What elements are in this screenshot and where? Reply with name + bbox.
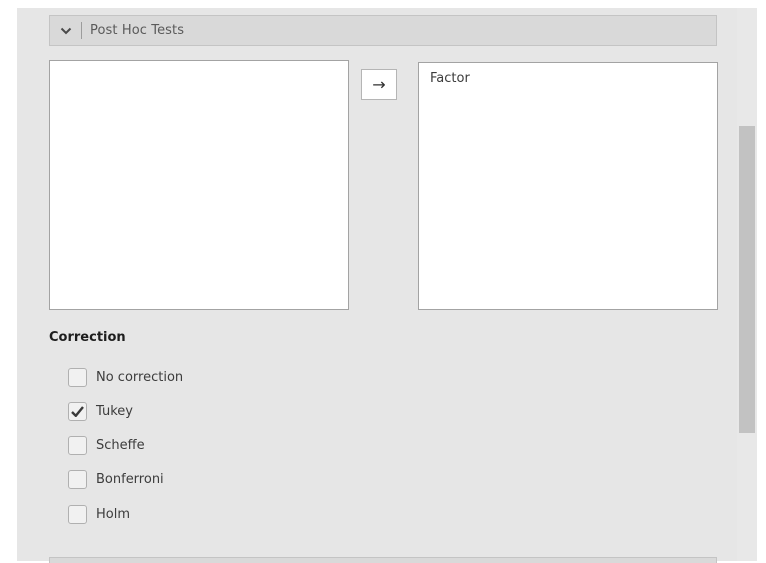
option-tukey[interactable]: Tukey xyxy=(68,402,133,421)
checkbox-no-correction[interactable] xyxy=(68,368,87,387)
option-label: Scheffe xyxy=(96,438,145,453)
option-label: Holm xyxy=(96,507,131,522)
arrow-right-icon: → xyxy=(372,75,386,94)
post-hoc-section-header[interactable]: Post Hoc Tests xyxy=(49,15,717,46)
scrollbar-thumb[interactable] xyxy=(739,126,755,433)
chevron-down-icon[interactable] xyxy=(50,22,82,39)
checkbox-holm[interactable] xyxy=(68,505,87,524)
option-holm[interactable]: Holm xyxy=(68,505,130,524)
checkmark-icon xyxy=(71,406,84,417)
list-item[interactable]: Factor xyxy=(430,71,470,86)
post-hoc-terms-list[interactable]: Factor xyxy=(418,62,718,310)
option-scheffe[interactable]: Scheffe xyxy=(68,436,145,455)
checkbox-tukey[interactable] xyxy=(68,402,87,421)
vertical-scrollbar[interactable] xyxy=(737,8,757,561)
section-title: Post Hoc Tests xyxy=(90,23,185,38)
option-no-correction[interactable]: No correction xyxy=(68,368,183,387)
available-variables-list[interactable] xyxy=(49,60,349,310)
option-label: No correction xyxy=(96,370,184,385)
options-panel: Post Hoc Tests → Factor Correction No co… xyxy=(17,8,737,563)
correction-heading: Correction xyxy=(49,330,126,345)
checkbox-scheffe[interactable] xyxy=(68,436,87,455)
next-section-header[interactable] xyxy=(49,557,717,563)
option-label: Bonferroni xyxy=(96,472,164,487)
move-right-button[interactable]: → xyxy=(361,69,397,100)
option-bonferroni[interactable]: Bonferroni xyxy=(68,470,164,489)
checkbox-bonferroni[interactable] xyxy=(68,470,87,489)
option-label: Tukey xyxy=(96,404,133,419)
